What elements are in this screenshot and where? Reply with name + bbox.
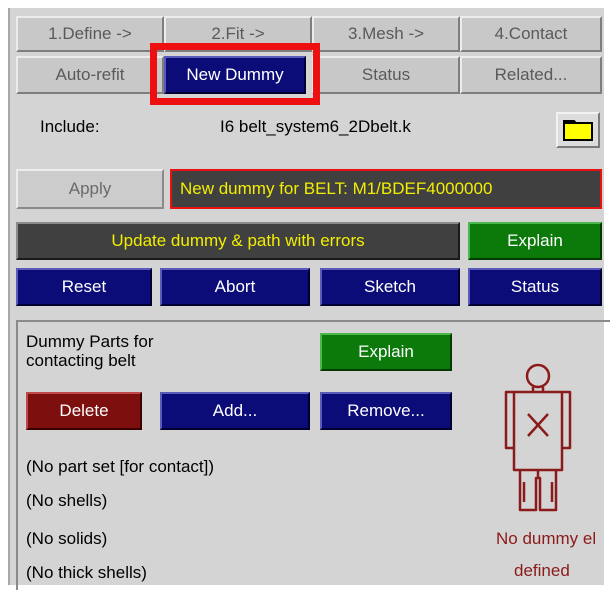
tab-contact[interactable]: 4.Contact <box>460 16 602 52</box>
subtab-auto-refit[interactable]: Auto-refit <box>16 56 164 94</box>
folder-icon <box>563 120 593 141</box>
reset-button[interactable]: Reset <box>16 268 152 306</box>
remove-button[interactable]: Remove... <box>320 392 452 430</box>
parts-title-line2: contacting belt <box>26 351 136 370</box>
dummy-figure-icon <box>504 363 572 512</box>
tab-define[interactable]: 1.Define -> <box>16 16 164 52</box>
parts-explain-button[interactable]: Explain <box>320 333 452 371</box>
info-thick-shells: (No thick shells) <box>26 563 147 582</box>
status-message: New dummy for BELT: M1/BDEF4000000 <box>170 169 602 209</box>
dummy-message-line1: No dummy el <box>496 529 597 548</box>
include-label: Include: <box>40 117 100 136</box>
apply-button[interactable]: Apply <box>16 169 164 209</box>
delete-button[interactable]: Delete <box>26 392 142 430</box>
info-part-set: (No part set [for contact]) <box>26 457 215 476</box>
status-button[interactable]: Status <box>468 268 602 306</box>
explain-button[interactable]: Explain <box>468 222 602 260</box>
add-button[interactable]: Add... <box>160 392 310 430</box>
abort-button[interactable]: Abort <box>160 268 310 306</box>
dummy-message-line2: defined <box>514 561 570 580</box>
subtab-status[interactable]: Status <box>312 56 460 94</box>
include-value: I6 belt_system6_2Dbelt.k <box>220 117 411 136</box>
info-shells: (No shells) <box>26 491 108 510</box>
sketch-button[interactable]: Sketch <box>320 268 460 306</box>
parts-title-line1: Dummy Parts for <box>26 332 154 351</box>
folder-button[interactable] <box>556 112 600 148</box>
subtab-related[interactable]: Related... <box>460 56 602 94</box>
info-solids: (No solids) <box>26 529 108 548</box>
highlight-box <box>150 43 320 105</box>
tab-mesh[interactable]: 3.Mesh -> <box>312 16 460 52</box>
update-dummy-button[interactable]: Update dummy & path with errors <box>16 222 460 260</box>
